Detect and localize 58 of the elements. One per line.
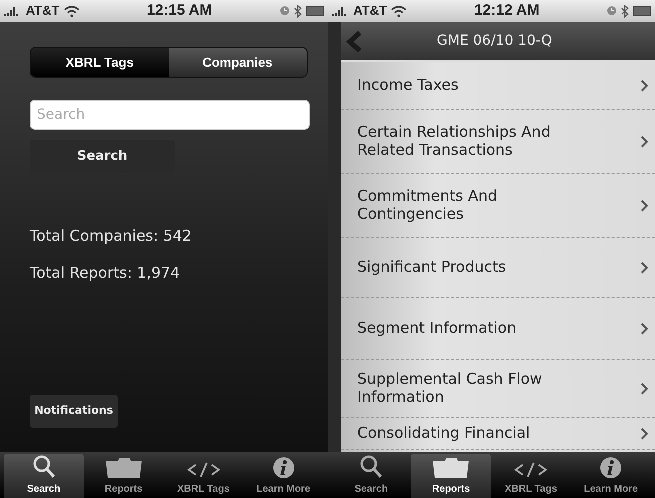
list-row[interactable]: Significant Products <box>340 238 655 298</box>
list-row[interactable]: Supplemental Cash Flow Information <box>340 360 655 418</box>
chevron-icon <box>641 382 649 394</box>
tab-bar-item[interactable]: XBRL Tags <box>491 454 572 498</box>
tab-bar-item[interactable]: Reports <box>84 454 164 498</box>
status-time: 12:15 AM <box>146 0 214 21</box>
stat-text: Total Reports: 1,974 <box>30 262 182 284</box>
row-label: Consolidating Financial <box>358 424 532 442</box>
segment-tab[interactable]: XBRL Tags <box>31 48 169 77</box>
row-label: Segment Information <box>358 320 518 338</box>
clock-icon <box>280 6 290 16</box>
list-row[interactable]: Income Taxes <box>340 62 655 110</box>
tab-bar-item[interactable]: Learn More <box>571 454 651 498</box>
folder-icon <box>104 457 144 479</box>
chevron-icon <box>641 428 649 440</box>
tab-bar-item[interactable]: XBRL Tags <box>164 454 244 498</box>
battery-icon <box>633 6 651 16</box>
search-field[interactable]: Search <box>30 100 310 130</box>
folder-icon <box>431 457 472 479</box>
wifi-icon <box>391 5 408 17</box>
bluetooth-icon <box>294 4 302 18</box>
chevron-icon <box>641 80 649 92</box>
row-label: Supplemental Cash Flow Information <box>358 371 544 406</box>
tab-bar-item[interactable]: Search <box>4 454 84 498</box>
list-row[interactable]: Segment Information <box>340 298 655 360</box>
code-icon <box>186 461 221 479</box>
wifi-icon <box>64 5 80 17</box>
carrier-name: AT&T <box>26 2 60 20</box>
info-icon <box>272 457 295 479</box>
status-time: 12:12 AM <box>473 0 541 21</box>
segment-tab[interactable]: Companies <box>168 48 306 77</box>
list-row[interactable]: Certain Relationships And Related Transactions <box>340 110 655 174</box>
stat-text: Total Companies: 542 <box>30 226 193 247</box>
clock-icon <box>607 6 617 16</box>
info-icon <box>600 457 622 479</box>
chevron-icon <box>641 322 649 334</box>
tab-bar-item[interactable]: Search <box>332 454 412 498</box>
nav-title: GME 06/10 10-Q <box>436 32 554 50</box>
tab-bar-item[interactable]: Learn More <box>244 454 324 498</box>
chevron-icon <box>641 262 649 274</box>
row-label: Commitments And Contingencies <box>358 188 499 223</box>
bluetooth-icon <box>621 4 629 18</box>
back-chevron-icon <box>344 30 364 53</box>
back-button[interactable] <box>344 29 364 53</box>
carrier-name: AT&T <box>354 2 388 20</box>
tab-bar-item[interactable]: Reports <box>411 454 492 498</box>
search-icon <box>32 455 55 479</box>
list-row[interactable]: Commitments And Contingencies <box>340 174 655 238</box>
chevron-icon <box>641 136 649 148</box>
search-icon <box>360 455 382 479</box>
notifications-button[interactable]: Notifications <box>30 395 118 428</box>
battery-icon <box>306 6 324 16</box>
code-icon <box>514 461 548 479</box>
list-row[interactable]: Consolidating Financial <box>340 418 655 450</box>
row-label: Income Taxes <box>358 76 460 94</box>
chevron-icon <box>641 200 649 212</box>
row-label: Certain Relationships And Related Transactions <box>358 124 552 159</box>
row-label: Significant Products <box>358 258 508 276</box>
